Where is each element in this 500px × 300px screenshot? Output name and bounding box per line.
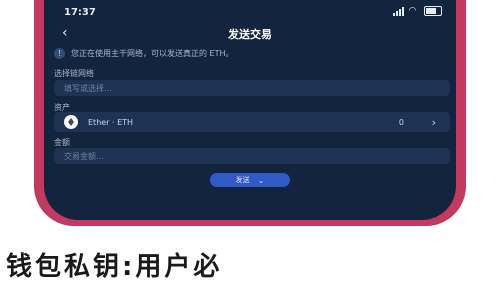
caption-text: 钱包私钥:用户必 <box>6 252 223 282</box>
info-icon: ! <box>54 47 65 59</box>
chain-select[interactable]: 填写或选择... <box>54 80 450 96</box>
send-button[interactable]: 发送 ⌄ <box>210 173 290 187</box>
amount-placeholder: 交易金额... <box>64 151 104 161</box>
asset-balance: 0 <box>398 117 404 127</box>
status-icons: ◠ <box>393 6 442 16</box>
asset-name: Ether · ETH <box>88 117 134 127</box>
page: 17:37 ◠ ‹ 发送交易 ! 您正在使用主干网络，可以发送真正的 ETH。 … <box>0 0 500 300</box>
signal-icon <box>393 6 404 16</box>
status-time: 17:37 <box>64 7 96 18</box>
battery-icon <box>424 6 442 16</box>
network-notice: ! 您正在使用主干网络，可以发送真正的 ETH。 <box>54 44 450 62</box>
chevron-right-icon: › <box>431 115 436 129</box>
send-button-label: 发送 <box>235 176 250 184</box>
wifi-icon: ◠ <box>409 6 416 16</box>
asset-select[interactable]: Ether · ETH 0 › <box>54 112 450 132</box>
phone-screen: 17:37 ◠ ‹ 发送交易 ! 您正在使用主干网络，可以发送真正的 ETH。 … <box>44 0 456 220</box>
status-bar: 17:37 ◠ <box>44 0 456 22</box>
chevron-down-icon: ⌄ <box>257 175 265 185</box>
chain-placeholder: 填写或选择... <box>64 83 112 93</box>
caption-banner: 钱包私钥:用户必 <box>0 246 500 286</box>
chain-label: 选择链网络 <box>54 69 94 78</box>
page-title: 发送交易 <box>228 28 272 41</box>
amount-label: 金额 <box>54 138 70 147</box>
header: ‹ 发送交易 <box>44 24 456 42</box>
notice-text: 您正在使用主干网络，可以发送真正的 ETH。 <box>71 48 234 58</box>
ethereum-icon <box>64 115 78 129</box>
amount-input[interactable]: 交易金额... <box>54 148 450 164</box>
